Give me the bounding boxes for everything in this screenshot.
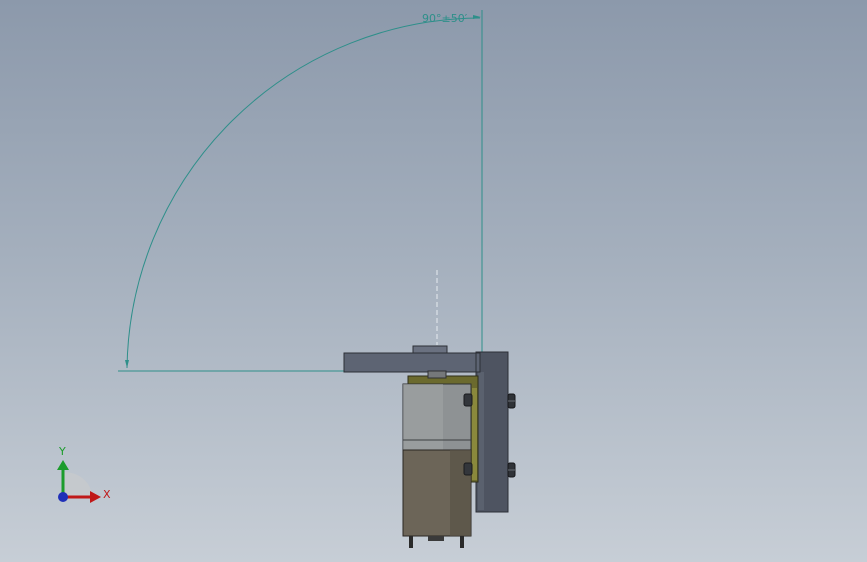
bracket-inner-face <box>478 372 484 510</box>
dimension-label[interactable]: 90°±50′ <box>422 12 468 25</box>
motor-terminal-left <box>409 536 413 548</box>
reference-triad: Y X <box>57 445 111 503</box>
bracket-bolt-lower <box>507 462 516 478</box>
horizontal-arm[interactable] <box>343 352 481 373</box>
plate-inner-strip <box>472 388 477 480</box>
triad-x-arrow-icon <box>90 491 101 503</box>
motor-terminal-right <box>460 536 464 548</box>
shaft-coupling <box>427 370 447 379</box>
motor-bracket-assembly[interactable] <box>343 345 516 548</box>
plate-screw-lower <box>463 462 473 476</box>
arm-top-boss <box>412 345 448 354</box>
triad-z-axis-icon <box>58 492 68 502</box>
graphics-viewport[interactable]: 90°±50′ Y X <box>0 0 867 562</box>
angular-dimension[interactable]: 90°±50′ <box>118 10 483 372</box>
bracket-bolt-upper <box>507 393 516 409</box>
dimension-arrow-start-icon <box>125 360 129 368</box>
triad-plane-icon <box>63 471 93 497</box>
dimension-arc <box>126 17 481 369</box>
triad-x-label: X <box>103 488 111 501</box>
triad-y-arrow-icon <box>57 460 69 470</box>
triad-y-label: Y <box>58 445 66 458</box>
cad-scene[interactable]: 90°±50′ Y X <box>0 0 867 562</box>
motor-end-cap <box>428 536 444 541</box>
plate-screw-upper <box>463 393 473 407</box>
